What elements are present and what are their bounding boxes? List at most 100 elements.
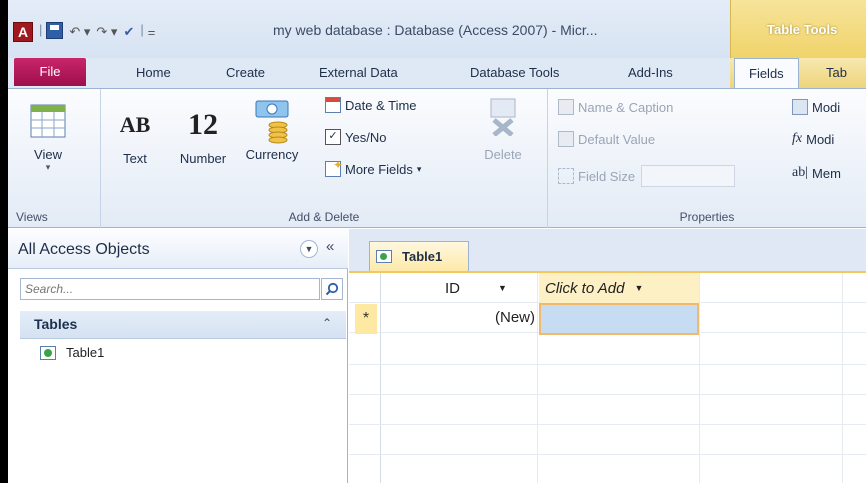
more-fields-dropdown-icon: ▾ (416, 163, 422, 174)
yes-no-button[interactable]: ✓ Yes/No (325, 129, 386, 145)
currency-label: Currency (245, 147, 299, 162)
add-delete-group-label: Add & Delete (288, 210, 360, 224)
nav-item-label: Table1 (66, 345, 105, 360)
tables-group-label: Tables (34, 316, 78, 332)
click-to-add-dropdown-icon[interactable]: ▼ (634, 283, 643, 293)
field-size-input[interactable] (641, 165, 736, 187)
ribbon-tab-row: File Home Create External Data Database … (8, 58, 866, 88)
modify-lookups-button[interactable]: Modi (792, 99, 840, 115)
search-icon[interactable] (321, 278, 343, 300)
field-size-icon (558, 168, 574, 184)
nav-search-input[interactable] (20, 278, 320, 300)
table-tools-header: Table Tools (730, 0, 866, 58)
collapse-group-icon[interactable]: ⌃ (322, 316, 332, 330)
nav-title[interactable]: All Access Objects (18, 241, 150, 259)
access-app-icon[interactable]: A (13, 22, 33, 42)
number-glyph: 12 (188, 108, 218, 141)
doc-table-icon (376, 250, 392, 263)
date-time-label: Date & Time (345, 97, 417, 113)
date-time-icon (325, 97, 341, 113)
sort-dropdown-icon[interactable]: ▼ (498, 283, 507, 293)
tab-add-ins[interactable]: Add-Ins (628, 58, 673, 88)
table-row (349, 365, 866, 395)
document-area: Table1 ID ▼ Click to Add ▼ * (New) (349, 229, 866, 483)
yes-no-label: Yes/No (345, 129, 387, 145)
column-divider (537, 273, 538, 483)
spelling-icon[interactable]: ✔ (123, 22, 134, 42)
table-icon (40, 345, 56, 360)
tab-database-tools[interactable]: Database Tools (470, 58, 559, 88)
modify-expression-label: Modi (806, 131, 835, 147)
field-size-control: Field Size (558, 165, 736, 187)
quick-access-toolbar: A | ↶ ▾ ↷ ▾ ✔ | = (8, 0, 161, 58)
column-divider (699, 273, 700, 483)
name-caption-label: Name & Caption (578, 99, 674, 115)
number-field-icon: 12 (173, 103, 233, 147)
id-new-cell[interactable]: (New) (390, 309, 535, 326)
column-header-id[interactable]: ID ▼ (389, 273, 537, 303)
memo-settings-button[interactable]: ab| Mem (792, 165, 841, 181)
redo-icon[interactable]: ↷ ▾ (96, 22, 117, 42)
nav-header: All Access Objects ▼ « (8, 229, 348, 269)
number-label: Number (179, 151, 227, 166)
field-size-label: Field Size (578, 168, 636, 184)
currency-field-button[interactable]: Currency (237, 97, 307, 162)
undo-icon[interactable]: ↶ ▾ (69, 22, 90, 42)
delete-label: Delete (484, 147, 522, 162)
tables-group-header[interactable]: Tables ⌃ (20, 311, 346, 339)
title-bar: A | ↶ ▾ ↷ ▾ ✔ | = my web database : Data… (8, 0, 866, 58)
modify-lookups-icon (792, 99, 808, 115)
more-fields-icon: ✦ (325, 158, 343, 177)
new-record-marker: * (355, 304, 377, 334)
nav-item-table1[interactable]: Table1 (40, 345, 104, 360)
checkbox-icon: ✓ (325, 129, 341, 145)
properties-group-label: Properties (679, 210, 735, 224)
file-tab[interactable]: File (14, 58, 86, 86)
datasheet-view-icon (18, 99, 78, 143)
table-row (349, 455, 866, 483)
tab-create[interactable]: Create (226, 58, 265, 88)
ribbon: View ▾ Views AB Text 12 Number Currency … (8, 88, 866, 228)
column-divider (842, 273, 843, 483)
name-caption-icon (558, 99, 574, 115)
view-button[interactable]: View ▾ (18, 99, 78, 173)
column-header-id-label: ID (445, 279, 460, 297)
window-frame (0, 0, 8, 483)
view-label: View (34, 147, 62, 162)
datasheet-grid: ID ▼ Click to Add ▼ * (New) (349, 271, 866, 483)
customize-qat-icon[interactable]: = (148, 22, 156, 42)
table-row (349, 395, 866, 425)
add-delete-group: AB Text 12 Number Currency Date & Time ✓… (101, 89, 548, 228)
modify-expression-button[interactable]: fx Modi (792, 131, 834, 147)
modify-lookups-label: Modi (812, 99, 841, 115)
document-tab-table1[interactable]: Table1 (369, 241, 469, 271)
memo-settings-label: Mem (812, 165, 841, 181)
tab-home[interactable]: Home (136, 58, 171, 88)
qat-separator-2: | (140, 22, 144, 37)
qat-separator: | (39, 22, 43, 37)
delete-button[interactable]: Delete (479, 95, 527, 162)
text-field-icon: AB (115, 103, 155, 147)
window-title: my web database : Database (Access 2007)… (273, 22, 598, 38)
more-fields-label: More Fields (345, 161, 413, 177)
text-field-button[interactable]: AB Text (115, 103, 155, 166)
name-caption-button[interactable]: Name & Caption (558, 99, 673, 115)
number-field-button[interactable]: 12 Number (173, 103, 233, 166)
memo-icon: ab| (792, 165, 809, 180)
tab-table[interactable]: Tab (826, 58, 847, 88)
views-group: View ▾ Views (8, 89, 101, 228)
more-fields-button[interactable]: ✦ More Fields ▾ (325, 158, 422, 177)
default-value-button[interactable]: Default Value (558, 131, 655, 147)
date-time-button[interactable]: Date & Time (325, 97, 417, 113)
text-label: Text (123, 151, 147, 166)
nav-collapse-icon[interactable]: « (326, 238, 334, 255)
save-icon[interactable] (46, 22, 64, 39)
table-tools-label: Table Tools (767, 22, 838, 37)
tab-fields[interactable]: Fields (734, 58, 799, 88)
click-to-add-cell[interactable] (539, 303, 699, 335)
views-group-label: Views (16, 210, 48, 224)
column-header-click-to-add[interactable]: Click to Add ▼ (539, 273, 699, 303)
nav-dropdown-icon[interactable]: ▼ (300, 240, 318, 258)
currency-icon (237, 97, 307, 147)
tab-external-data[interactable]: External Data (319, 58, 398, 88)
